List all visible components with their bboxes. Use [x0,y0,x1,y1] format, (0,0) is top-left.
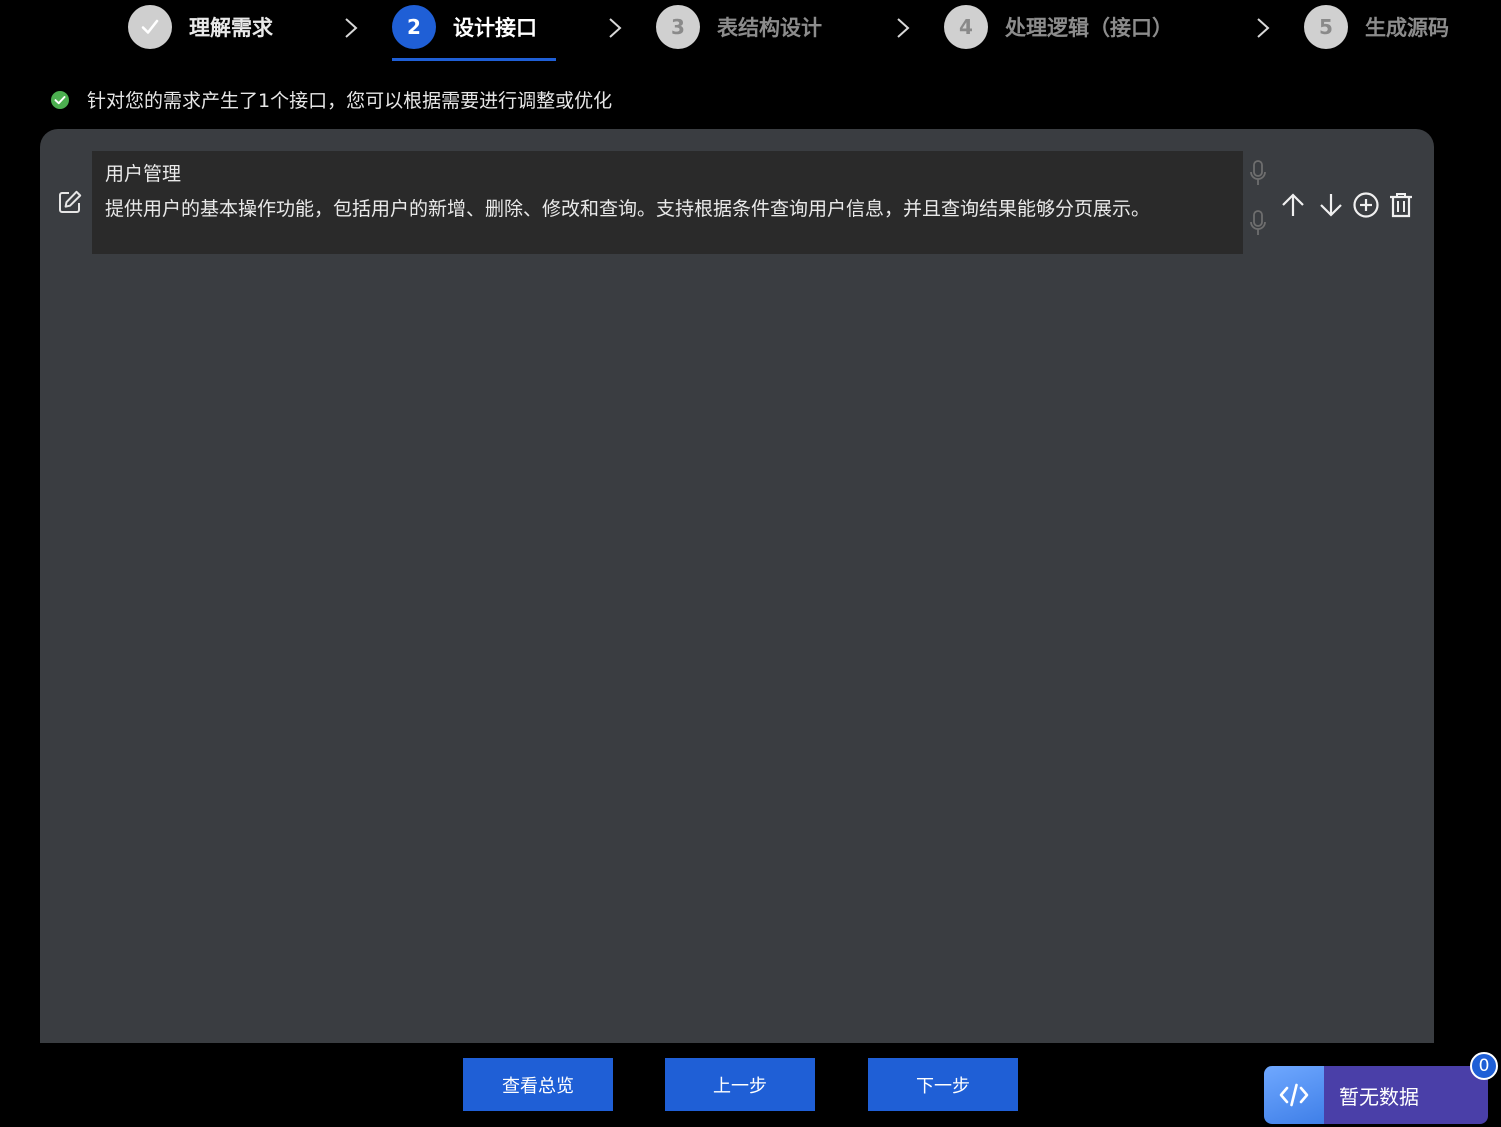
step-label: 表结构设计 [717,16,822,40]
step-number: 5 [1304,5,1348,49]
chevron-right-icon [897,18,910,38]
step-label: 处理逻辑（接口） [1005,16,1173,40]
step-processing-logic[interactable]: 4 处理逻辑（接口） [944,4,1173,50]
mic-icon[interactable] [1248,159,1268,189]
step-number: 3 [656,5,700,49]
step-label: 理解需求 [189,16,273,40]
step-generate-source[interactable]: 5 生成源码 [1304,4,1449,50]
step-label: 设计接口 [453,16,537,40]
check-icon [128,5,172,49]
step-design-interface[interactable]: 2 设计接口 [392,4,537,50]
count-badge: 0 [1470,1052,1498,1080]
widget-status[interactable]: 暂无数据 [1324,1066,1488,1124]
chevron-right-icon [609,18,622,38]
arrow-down-icon[interactable] [1317,191,1345,219]
interface-description[interactable]: 提供用户的基本操作功能，包括用户的新增、删除、修改和查询。支持根据条件查询用户信… [105,195,1230,224]
interface-card[interactable]: 用户管理 提供用户的基本操作功能，包括用户的新增、删除、修改和查询。支持根据条件… [92,151,1243,254]
code-button[interactable] [1264,1066,1324,1124]
step-number: 4 [944,5,988,49]
step-table-design[interactable]: 3 表结构设计 [656,4,822,50]
notice-text: 针对您的需求产生了1个接口，您可以根据需要进行调整或优化 [87,90,613,112]
step-label: 生成源码 [1365,16,1449,40]
chevron-right-icon [345,18,358,38]
check-circle-icon [51,90,69,109]
stepper: 理解需求 2 设计接口 3 表结构设计 4 处理逻辑（接口） 5 生成源码 [0,0,1501,62]
trash-icon[interactable] [1387,191,1415,219]
step-number: 2 [392,5,436,49]
mic-icon[interactable] [1248,209,1268,239]
code-icon [1279,1083,1309,1107]
view-overview-button[interactable]: 查看总览 [463,1058,613,1111]
chevron-right-icon [1257,18,1270,38]
result-notice: 针对您的需求产生了1个接口，您可以根据需要进行调整或优化 [50,86,612,113]
widget-status-text: 暂无数据 [1339,1084,1419,1109]
active-step-underline [392,58,556,61]
interface-panel: 用户管理 提供用户的基本操作功能，包括用户的新增、删除、修改和查询。支持根据条件… [40,129,1434,1043]
code-widget[interactable]: 暂无数据 0 [1264,1052,1498,1124]
edit-icon[interactable] [57,189,83,215]
plus-circle-icon[interactable] [1352,191,1380,219]
previous-step-button[interactable]: 上一步 [665,1058,815,1111]
arrow-up-icon[interactable] [1279,191,1307,219]
interface-title[interactable]: 用户管理 [105,159,181,186]
step-understand-requirements[interactable]: 理解需求 [128,4,273,50]
next-step-button[interactable]: 下一步 [868,1058,1018,1111]
